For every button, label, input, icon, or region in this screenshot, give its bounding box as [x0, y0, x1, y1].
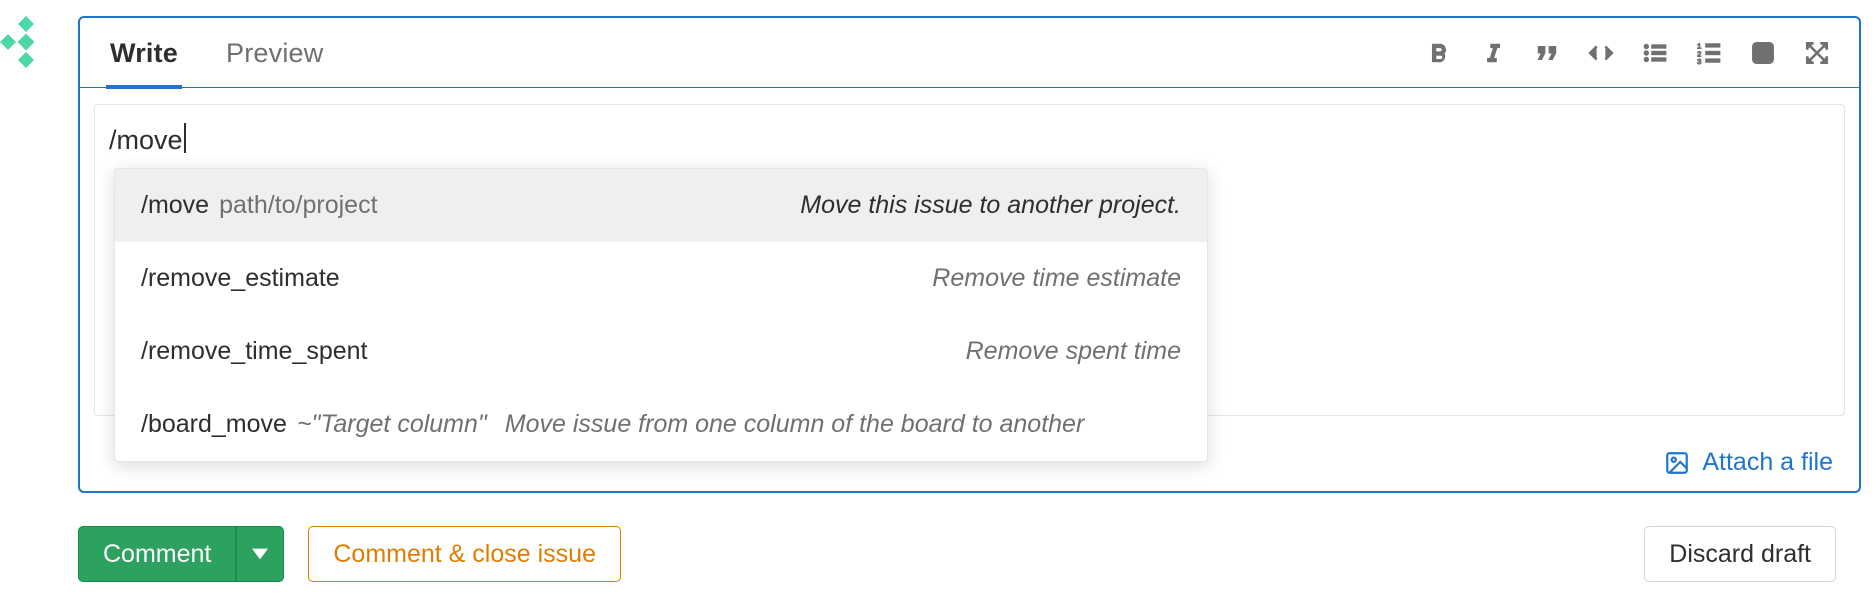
numbered-list-icon[interactable]: 123 — [1695, 39, 1723, 67]
avatar — [0, 16, 52, 68]
autocomplete-command: /remove_estimate — [141, 264, 340, 293]
bold-icon[interactable] — [1425, 39, 1453, 67]
comment-input-value: /move — [109, 123, 186, 156]
code-icon[interactable] — [1587, 39, 1615, 67]
autocomplete-description: Move issue from one column of the board … — [505, 410, 1085, 439]
autocomplete-description: Remove time estimate — [932, 264, 1181, 293]
fullscreen-icon[interactable] — [1803, 39, 1831, 67]
discard-draft-button[interactable]: Discard draft — [1644, 526, 1836, 582]
tab-write[interactable]: Write — [108, 18, 180, 88]
comment-buttons: Comment Comment & close issue — [78, 526, 621, 582]
quick-action-autocomplete: /move path/to/project Move this issue to a… — [114, 168, 1208, 462]
autocomplete-option[interactable]: /remove_estimate Remove time estimate — [115, 242, 1207, 315]
autocomplete-description: Remove spent time — [966, 337, 1181, 366]
autocomplete-option[interactable]: /board_move ~"Target column" Move issue fr… — [115, 388, 1207, 461]
autocomplete-option[interactable]: /remove_time_spent Remove spent time — [115, 315, 1207, 388]
markdown-toolbar: 123 — [1425, 39, 1831, 67]
comment-button[interactable]: Comment — [78, 526, 236, 582]
italic-icon[interactable] — [1479, 39, 1507, 67]
comment-and-close-button[interactable]: Comment & close issue — [308, 526, 621, 582]
comment-dropdown-toggle[interactable] — [236, 526, 284, 582]
autocomplete-command: /move — [141, 191, 209, 220]
autocomplete-command: /board_move — [141, 410, 287, 439]
comment-split-button: Comment — [78, 526, 284, 582]
tab-preview[interactable]: Preview — [224, 18, 325, 88]
editor-tabbar: Write Preview 123 — [80, 18, 1859, 88]
autocomplete-option[interactable]: /move path/to/project Move this issue to a… — [115, 169, 1207, 242]
autocomplete-command: /remove_time_spent — [141, 337, 368, 366]
task-list-icon[interactable] — [1749, 39, 1777, 67]
svg-text:3: 3 — [1697, 56, 1701, 65]
bullet-list-icon[interactable] — [1641, 39, 1669, 67]
attach-file-label: Attach a file — [1702, 448, 1833, 477]
text-caret — [184, 123, 186, 153]
quote-icon[interactable] — [1533, 39, 1561, 67]
attach-file-link[interactable]: Attach a file — [1664, 448, 1833, 477]
autocomplete-param: path/to/project — [219, 191, 377, 220]
autocomplete-description: Move this issue to another project. — [800, 191, 1181, 220]
autocomplete-param: ~"Target column" — [297, 410, 487, 439]
